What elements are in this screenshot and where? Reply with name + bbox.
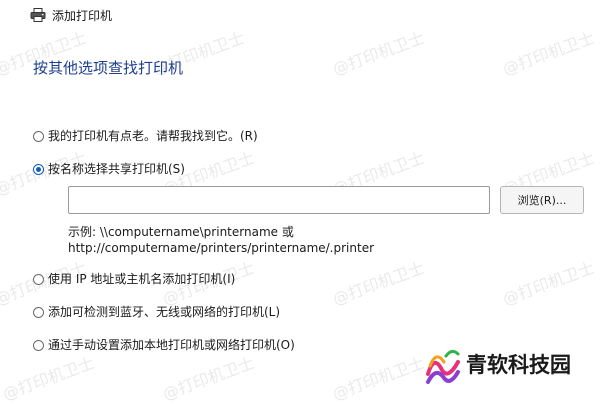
option-bluetooth-wireless[interactable]: 添加可检测到蓝牙、无线或网络的打印机(L) [33, 303, 280, 321]
watermark: @打印机卫士 [330, 353, 427, 404]
shared-printer-name-input[interactable] [68, 186, 490, 214]
option-label: 添加可检测到蓝牙、无线或网络的打印机(L) [48, 305, 281, 319]
watermark: @打印机卫士 [0, 353, 97, 404]
browse-button[interactable]: 浏览(R)... [500, 186, 584, 214]
option-label: 通过手动设置添加本地打印机或网络打印机(O) [48, 338, 295, 352]
option-manual-local[interactable]: 通过手动设置添加本地打印机或网络打印机(O) [33, 336, 295, 354]
radio-button[interactable] [33, 273, 44, 285]
watermark: @打印机卫士 [330, 258, 427, 309]
option-ip-address[interactable]: 使用 IP 地址或主机名添加打印机(I) [33, 270, 235, 288]
option-label: 按名称选择共享打印机(S) [48, 162, 185, 176]
page-title: 按其他选项查找打印机 [33, 59, 184, 77]
radio-button[interactable] [33, 130, 44, 142]
option-label: 使用 IP 地址或主机名添加打印机(I) [48, 272, 236, 286]
option-label: 我的打印机有点老。请帮我找到它。(R) [48, 129, 258, 143]
radio-button[interactable] [33, 306, 44, 318]
watermark: @打印机卫士 [160, 353, 257, 404]
brand-text: 青软科技园 [466, 353, 571, 377]
radio-button-selected[interactable] [33, 163, 44, 175]
option-shared-printer[interactable]: 按名称选择共享打印机(S) [33, 160, 185, 178]
example-text-line1: 示例: \\computername\printername 或 [68, 225, 294, 239]
option-old-printer[interactable]: 我的打印机有点老。请帮我找到它。(R) [33, 127, 258, 145]
printer-icon [30, 8, 46, 22]
radio-button[interactable] [33, 339, 44, 351]
window-title: 添加打印机 [52, 9, 113, 23]
brand-logo-icon [426, 349, 460, 384]
watermark: @打印机卫士 [500, 258, 597, 309]
example-text-line2: http://computername/printers/printername… [68, 241, 375, 255]
